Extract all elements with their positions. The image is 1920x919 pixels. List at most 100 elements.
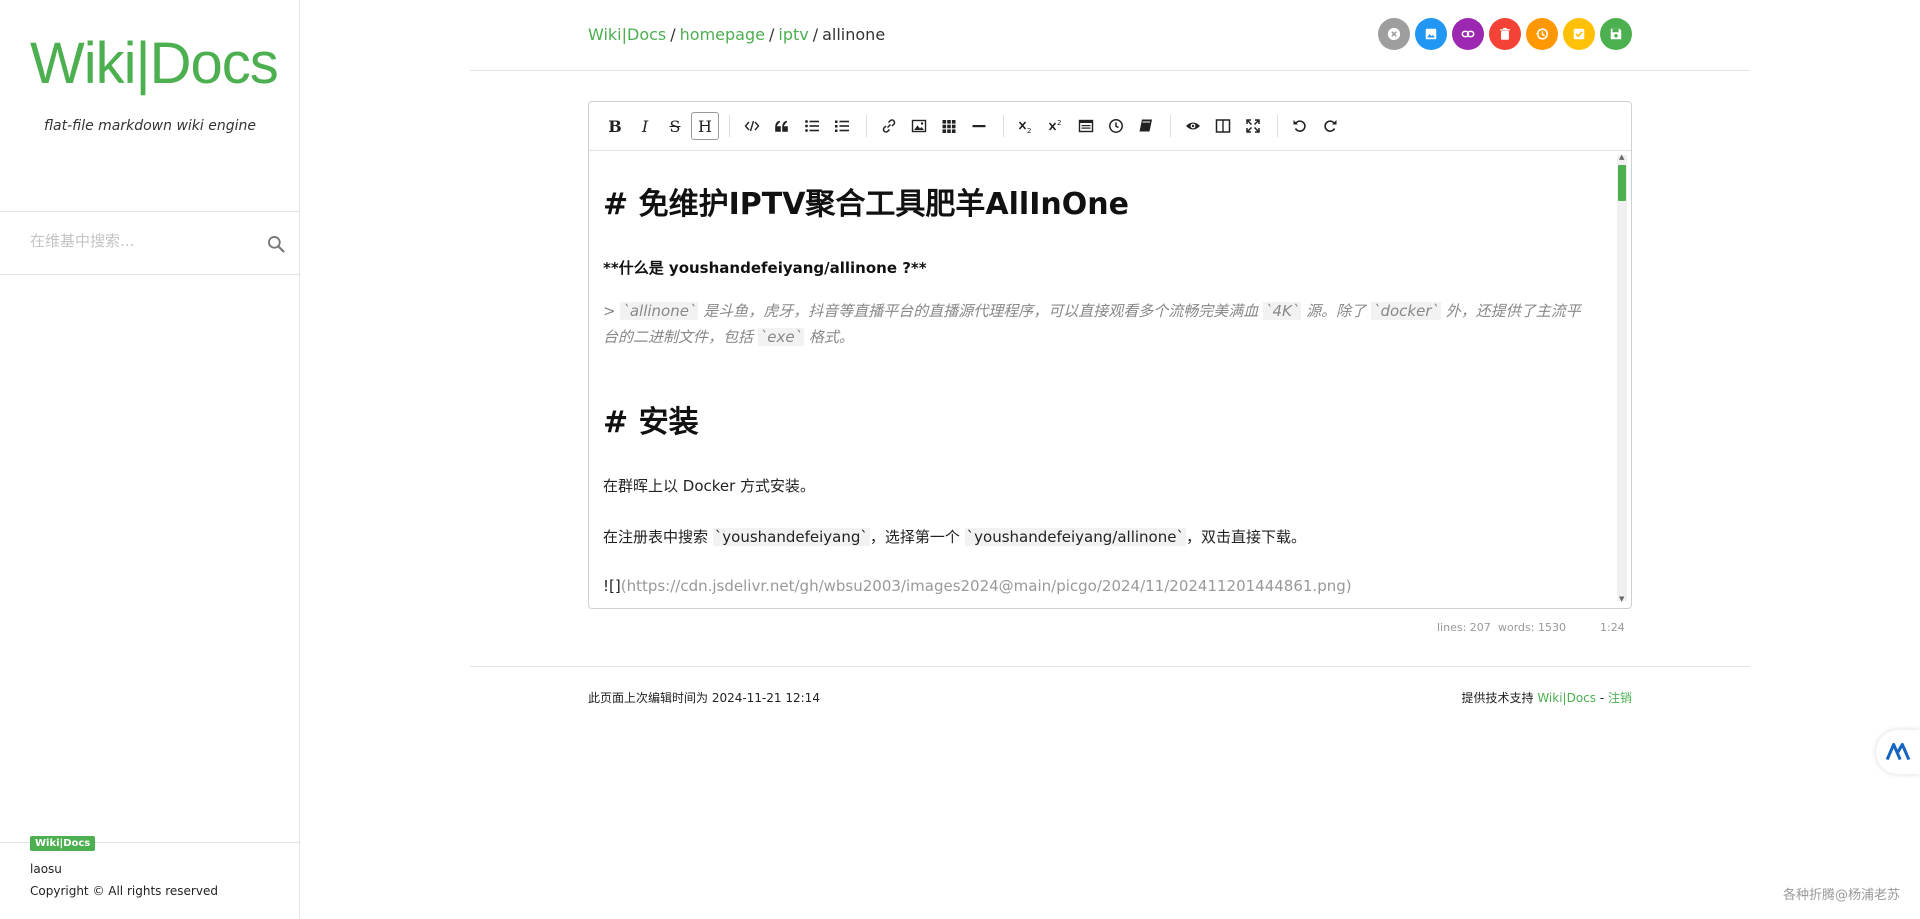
editor-content[interactable]: # 免维护IPTV聚合工具肥羊AllInOne **什么是 youshandef… <box>589 151 1631 608</box>
breadcrumb-item-iptv[interactable]: iptv <box>778 25 808 44</box>
search-bar <box>0 211 300 275</box>
scrollbar-thumb[interactable] <box>1618 165 1626 201</box>
side-by-side-button[interactable] <box>1209 112 1237 140</box>
link-icon <box>1461 30 1475 38</box>
site-logo[interactable]: Wiki|Docs <box>30 30 279 97</box>
powered-by: 提供技术支持 Wiki|Docs - 注销 <box>1461 689 1632 706</box>
table-button[interactable] <box>935 112 963 140</box>
draft-button[interactable] <box>1563 18 1595 50</box>
quote-marker: > <box>603 302 621 320</box>
quote-icon <box>775 120 788 132</box>
logout-link[interactable]: 注销 <box>1608 691 1632 705</box>
subscript-button[interactable]: 2 <box>1012 112 1040 140</box>
breadcrumb-root[interactable]: Wiki|Docs <box>588 25 666 44</box>
search-icon[interactable] <box>266 234 286 254</box>
undo-icon <box>1293 120 1306 132</box>
heading-button[interactable]: H <box>691 112 719 140</box>
toolbar-separator <box>1170 115 1171 137</box>
scroll-up-arrow[interactable]: ▲ <box>1619 153 1624 161</box>
image-link-line: ![](https://cdn.jsdelivr.net/gh/wbsu2003… <box>603 577 1352 595</box>
header-divider <box>470 70 1750 71</box>
eye-icon <box>1186 122 1200 130</box>
blockquote-line: 台的二进制文件，包括 `exe` 格式。 <box>603 324 1603 350</box>
bold-line: **什么是 youshandefeiyang/allinone ?** <box>603 259 927 277</box>
cancel-button[interactable] <box>1378 18 1410 50</box>
close-icon <box>1387 27 1401 41</box>
link-button[interactable] <box>875 112 903 140</box>
inline-code: `exe` <box>757 328 805 346</box>
quote-text: 源。除了 <box>1301 302 1371 320</box>
bold-button[interactable]: B <box>601 112 629 140</box>
preview-button[interactable] <box>1179 112 1207 140</box>
delete-button[interactable] <box>1489 18 1521 50</box>
trash-icon <box>1500 27 1510 40</box>
sidebar: Wiki|Docs flat-file markdown wiki engine… <box>0 0 300 919</box>
editor-scrollbar[interactable]: ▲ ▼ <box>1617 153 1627 603</box>
heading-line: # 安装 <box>603 405 699 440</box>
redo-button[interactable] <box>1316 112 1344 140</box>
inline-code: `docker` <box>1370 302 1441 320</box>
heading-line: # 免维护IPTV聚合工具肥羊AllInOne <box>603 187 1129 222</box>
quote-text: 外，还提供了主流平 <box>1440 302 1581 320</box>
quote-button[interactable] <box>768 112 796 140</box>
ordered-list-button[interactable] <box>828 112 856 140</box>
search-input[interactable] <box>30 232 250 250</box>
quote-text: 台的二进制文件，包括 <box>603 328 758 346</box>
inline-code: `allinone` <box>620 302 699 320</box>
powered-by-link[interactable]: Wiki|Docs <box>1537 691 1596 705</box>
toolbar-separator <box>866 115 867 137</box>
blockquote-line: > `allinone` 是斗鱼，虎牙，抖音等直播平台的直播源代理程序，可以直接… <box>603 298 1603 324</box>
italic-button[interactable]: I <box>631 112 659 140</box>
inline-code: `youshandefeiyang/allinone` <box>964 528 1186 546</box>
status-lines: lines: 207 <box>1437 621 1491 634</box>
superscript-icon: 2 <box>1048 119 1061 131</box>
insert-image-button[interactable] <box>1415 18 1447 50</box>
code-block-button[interactable] <box>1072 112 1100 140</box>
markdown-editor: B I S H 2 2 # 免维护IPTV聚合工具肥羊AllInOne **什么… <box>588 101 1632 609</box>
inline-code: `youshandefeiyang` <box>712 528 870 546</box>
paragraph-text: ，选择第一个 <box>869 528 965 546</box>
assistant-icon <box>1885 742 1911 761</box>
status-cursor: 1:24 <box>1600 621 1625 634</box>
copyright: Copyright © All rights reserved <box>30 884 218 898</box>
powered-by-text: 提供技术支持 <box>1461 691 1538 705</box>
superscript-button[interactable]: 2 <box>1042 112 1070 140</box>
checkbox-icon <box>1573 28 1585 40</box>
image-icon <box>1425 28 1437 40</box>
scroll-down-arrow[interactable]: ▼ <box>1619 595 1624 603</box>
breadcrumb-sep: / <box>670 25 676 44</box>
breadcrumb-sep: / <box>812 25 819 44</box>
book-button[interactable] <box>1132 112 1160 140</box>
insert-link-button[interactable] <box>1452 18 1484 50</box>
save-button[interactable] <box>1600 18 1632 50</box>
image-button[interactable] <box>905 112 933 140</box>
floppy-disk-icon <box>1610 28 1622 40</box>
horizontal-rule-button[interactable] <box>965 112 993 140</box>
image-icon <box>911 119 927 133</box>
code-icon <box>744 120 760 132</box>
unordered-list-button[interactable] <box>798 112 826 140</box>
action-buttons <box>1378 18 1632 50</box>
book-icon <box>1139 119 1152 132</box>
link-icon <box>882 119 896 133</box>
floating-assistant-button[interactable] <box>1876 730 1920 774</box>
strikethrough-button[interactable]: S <box>661 112 689 140</box>
toolbar-separator <box>1003 115 1004 137</box>
redo-icon <box>1324 120 1337 132</box>
svg-text:2: 2 <box>1057 119 1061 127</box>
paragraph-text: 在注册表中搜索 <box>603 528 713 546</box>
undo-button[interactable] <box>1286 112 1314 140</box>
toolbar-separator <box>729 115 730 137</box>
subscript-icon: 2 <box>1018 121 1031 134</box>
insert-time-button[interactable] <box>1102 112 1130 140</box>
breadcrumb-current: allinone <box>822 25 886 44</box>
breadcrumb: Wiki|Docs / homepage / iptv / allinone <box>588 25 885 44</box>
footer-dash: - <box>1596 691 1608 705</box>
code-button[interactable] <box>738 112 766 140</box>
history-button[interactable] <box>1526 18 1558 50</box>
paragraph-text: ，双击直接下载。 <box>1185 528 1306 546</box>
fullscreen-button[interactable] <box>1239 112 1267 140</box>
username: laosu <box>30 862 62 876</box>
breadcrumb-item-homepage[interactable]: homepage <box>680 25 765 44</box>
footer-divider <box>470 666 1750 667</box>
